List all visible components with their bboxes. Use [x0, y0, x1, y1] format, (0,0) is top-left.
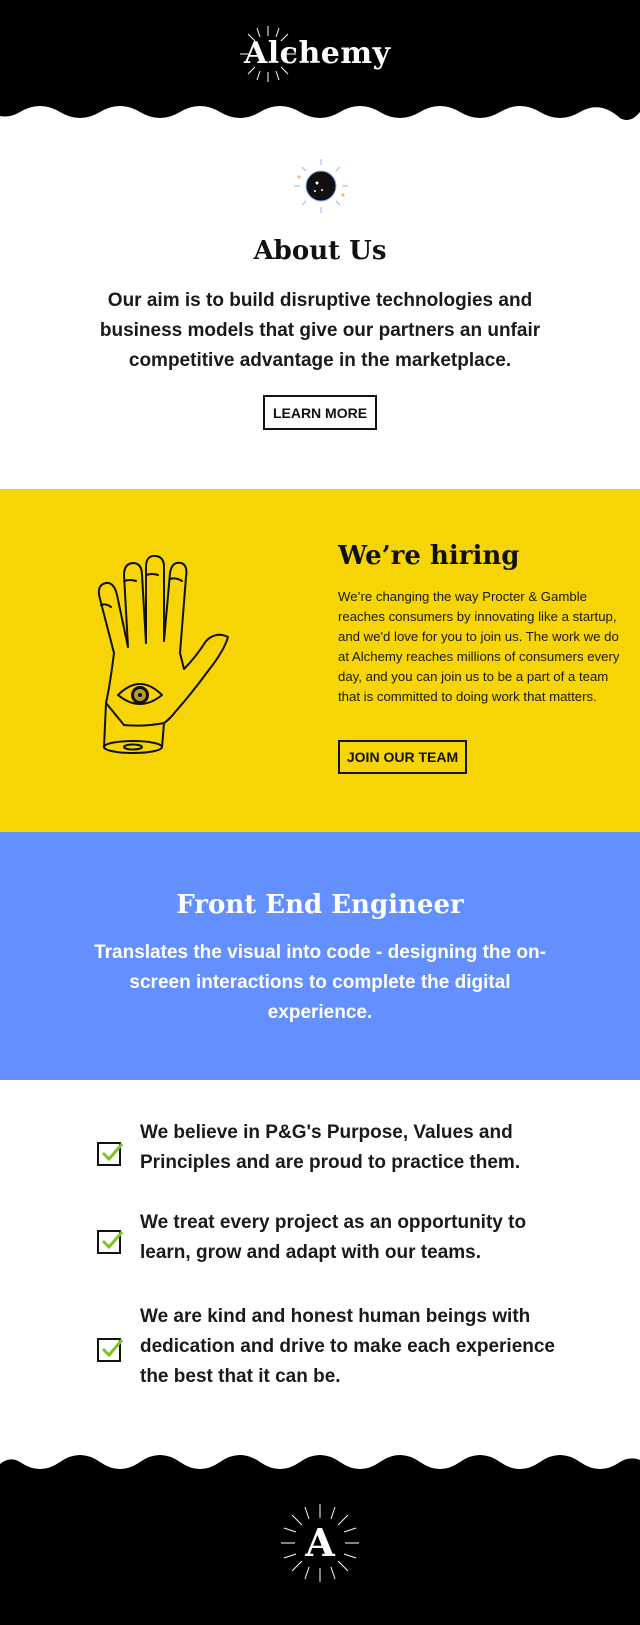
alchemy-logo[interactable]: Alchemy [238, 24, 408, 84]
moon-icon [294, 159, 348, 213]
checkbox-icon [97, 1142, 123, 1166]
learn-more-button[interactable]: LEARN MORE [263, 395, 377, 430]
value-text: We treat every project as an opportunity… [140, 1212, 527, 1263]
checkbox-icon [97, 1338, 123, 1362]
values-section: We believe in P&G's Purpose, Values and … [0, 1080, 640, 1450]
value-text: We believe in P&G's Purpose, Values and … [140, 1122, 521, 1173]
sunburst-icon: A [281, 1504, 359, 1582]
hiring-title: We’re hiring [338, 541, 520, 571]
engineer-title: Front End Engineer [176, 890, 464, 920]
join-our-team-button[interactable]: JOIN OUR TEAM [338, 740, 467, 774]
value-text: We are kind and honest human beings with… [140, 1306, 555, 1387]
hiring-section: We’re hiring We’re changing the way Proc… [0, 489, 640, 832]
about-title: About Us [253, 236, 387, 266]
about-section: About Us Our aim is to build disruptive … [0, 140, 640, 489]
hiring-description: We’re changing the way Procter & Gamble … [338, 589, 620, 704]
footer-logo[interactable]: A [279, 1502, 361, 1584]
engineer-section: Front End Engineer Translates the visual… [0, 832, 640, 1080]
header: Alchemy [0, 0, 640, 140]
footer-logo-letter: A [304, 1520, 335, 1565]
hand-eye-icon [97, 555, 229, 754]
engineer-description: Translates the visual into code - design… [94, 942, 546, 1023]
brand-name: Alchemy [244, 36, 391, 71]
checkbox-icon [97, 1230, 123, 1254]
footer: A [0, 1440, 640, 1625]
about-description: Our aim is to build disruptive technolog… [99, 290, 541, 371]
